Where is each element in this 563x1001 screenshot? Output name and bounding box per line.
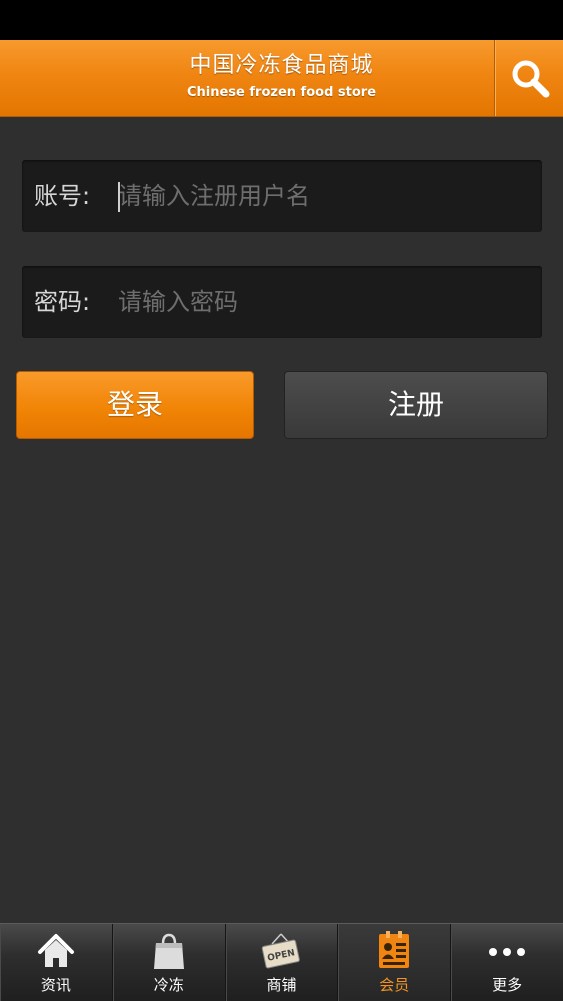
open-sign-icon: OPEN	[262, 933, 301, 969]
member-card-icon	[379, 931, 410, 968]
app-header: 中国冷冻食品商城 Chinese frozen food store	[0, 40, 563, 117]
register-button[interactable]: 注册	[284, 371, 548, 439]
tab-label-frozen: 冷冻	[153, 976, 184, 994]
password-field: 密码:	[22, 266, 542, 338]
search-button[interactable]	[496, 40, 563, 116]
tab-label-shops: 商铺	[266, 976, 297, 994]
account-input[interactable]	[118, 176, 528, 216]
login-button[interactable]: 登录	[16, 371, 254, 439]
tab-label-member: 会员	[379, 976, 410, 994]
header-divider	[494, 40, 495, 116]
tab-news[interactable]: 资讯	[0, 924, 113, 1001]
password-input[interactable]	[118, 282, 528, 322]
text-cursor	[118, 182, 120, 212]
tab-more[interactable]: 更多	[451, 924, 563, 1001]
app-title: 中国冷冻食品商城	[189, 53, 374, 78]
tab-shops[interactable]: OPEN 商铺	[226, 924, 339, 1001]
status-bar	[0, 0, 563, 40]
app-subtitle: Chinese frozen food store	[186, 85, 377, 100]
search-icon	[512, 60, 550, 98]
bottom-tab-bar: 资讯 冷冻 OPEN 商铺 会员 更多	[0, 923, 563, 1001]
tab-label-news: 资讯	[40, 976, 71, 994]
account-label: 账号:	[34, 182, 91, 210]
tab-label-more: 更多	[492, 976, 523, 994]
password-label: 密码:	[34, 288, 91, 316]
tab-frozen[interactable]: 冷冻	[113, 924, 226, 1001]
more-dots-icon	[489, 948, 526, 956]
home-icon	[37, 934, 74, 967]
account-field: 账号:	[22, 160, 542, 232]
tab-member[interactable]: 会员	[338, 924, 452, 1001]
shopping-bag-icon	[153, 933, 184, 969]
